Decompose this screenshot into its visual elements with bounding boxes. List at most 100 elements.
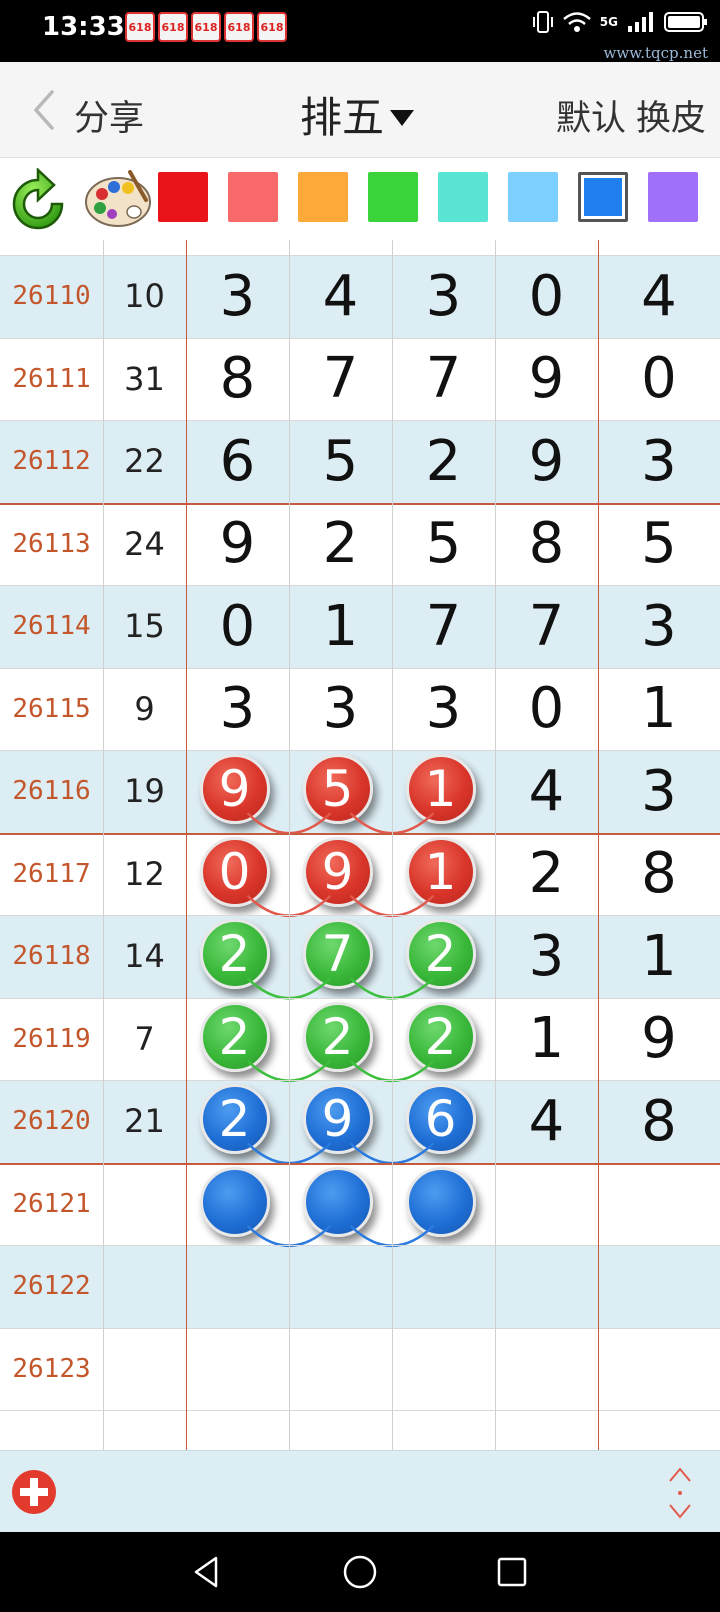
draw-digit: 2 [425,428,462,494]
add-icon[interactable] [10,1468,58,1516]
number-ball[interactable]: 2 [199,1084,270,1155]
color-swatch-teal[interactable] [438,172,488,222]
scroll-arrows-icon[interactable] [666,1465,694,1521]
table-row[interactable]: 26122 [0,1245,720,1328]
row-divider [0,1162,720,1165]
issue-number: 26123 [12,1353,91,1384]
table-row[interactable]: 26110 10 3 4 3 0 4 [0,255,720,338]
draw-digit: 2 [528,841,565,907]
issue-number: 26111 [12,363,91,394]
draw-digit: 3 [219,676,256,742]
row-divider [0,915,720,916]
digit-sum: 21 [124,1102,165,1141]
system-icons: 5G [532,10,708,34]
table-row[interactable]: 26121 [0,1162,720,1246]
row-divider [0,1327,720,1329]
notification-icon: 618 [257,12,287,42]
refresh-icon[interactable] [6,168,70,232]
column-divider [392,240,393,1450]
draw-digit [598,1163,720,1246]
table-row[interactable]: 26112 22 6 5 2 9 3 [0,420,720,503]
number-ball[interactable]: 2 [405,1001,476,1072]
number-ball[interactable]: 1 [405,754,476,825]
navigation-bar [0,1532,720,1612]
table-row[interactable]: 26119 7 2 2 2 1 9 [0,997,720,1080]
share-button[interactable]: 分享 [74,90,144,141]
lottery-type-dropdown[interactable]: 排五 [300,84,415,145]
nav-recents-icon[interactable] [492,1552,532,1592]
color-swatch-light-red[interactable] [228,172,278,222]
column-divider [495,240,496,1450]
number-ball[interactable]: 2 [199,1001,270,1072]
table-row[interactable]: 26116 19 9 5 1 4 3 [0,750,720,833]
row-divider [0,997,720,999]
issue-number: 26116 [12,776,91,807]
color-swatch-red[interactable] [158,172,208,222]
draw-digit [495,1328,598,1411]
row-divider [0,832,720,835]
table-row[interactable]: 26111 31 8 7 7 9 0 [0,337,720,420]
number-ball[interactable] [405,1166,476,1237]
table-row[interactable]: 26114 15 0 1 7 7 3 [0,585,720,668]
notification-icons: 618 618 618 618 618 [125,12,287,42]
digit-sum: 10 [124,277,165,316]
number-ball[interactable]: 0 [199,836,270,907]
number-ball[interactable]: 5 [302,754,373,825]
draw-digit [186,1328,289,1411]
issue-number: 26121 [12,1188,91,1219]
issue-number: 26119 [12,1023,91,1054]
back-icon[interactable] [26,88,60,132]
number-ball[interactable]: 7 [302,919,373,990]
table-row[interactable]: 26117 12 0 9 1 2 8 [0,832,720,915]
number-ball[interactable]: 2 [405,919,476,990]
digit-sum: 24 [124,524,165,563]
color-swatch-light-blue[interactable] [508,172,558,222]
draw-digit: 9 [528,428,565,494]
change-skin-button[interactable]: 换皮 [636,90,706,141]
row-divider [0,1080,720,1081]
number-ball[interactable]: 6 [405,1084,476,1155]
table-row[interactable]: 26113 24 9 2 5 8 5 [0,502,720,585]
notification-icon: 618 [125,12,155,42]
table-row[interactable]: 26120 21 2 9 6 4 8 [0,1080,720,1163]
table-row[interactable]: 26123 [0,1327,720,1411]
color-swatch-blue[interactable] [578,172,628,222]
color-swatch-orange[interactable] [298,172,348,222]
table-row[interactable]: 26118 14 2 7 2 3 1 [0,915,720,998]
column-divider [103,240,104,1450]
draw-digit: 4 [641,263,677,329]
palette-bar [0,158,720,240]
draw-digit: 4 [322,263,359,329]
color-swatch-purple[interactable] [648,172,698,222]
notification-icon: 618 [158,12,188,42]
draw-digit: 9 [641,1006,677,1072]
draw-digit: 1 [322,593,359,659]
number-ball[interactable] [302,1166,373,1237]
digit-sum: 9 [134,689,155,728]
number-ball[interactable] [199,1166,270,1237]
nav-home-icon[interactable] [340,1552,380,1592]
results-grid[interactable]: 26110 10 3 4 3 0 4 26111 31 8 7 7 9 0 26112 22 6 5 2 9 3 2611… [0,240,720,1450]
draw-digit: 9 [219,511,256,577]
draw-digit: 7 [322,346,359,412]
number-ball[interactable]: 1 [405,836,476,907]
nav-back-icon[interactable] [186,1552,226,1592]
issue-number: 26110 [12,281,91,312]
number-ball[interactable]: 2 [199,919,270,990]
number-ball[interactable]: 2 [302,1001,373,1072]
draw-digit: 2 [322,511,359,577]
digit-sum: 7 [134,1019,155,1058]
table-row[interactable]: 26115 9 3 3 3 0 1 [0,667,720,750]
draw-digit: 7 [425,346,462,412]
draw-digit: 5 [641,511,677,577]
number-ball[interactable]: 9 [302,1084,373,1155]
color-swatch-green[interactable] [368,172,418,222]
number-ball[interactable]: 9 [302,836,373,907]
bottom-toolbar [0,1450,720,1532]
row-divider [0,502,720,505]
number-ball[interactable]: 9 [199,754,270,825]
digit-sum: 14 [124,937,165,976]
default-button[interactable]: 默认 [556,90,626,141]
color-palette-icon[interactable] [82,170,156,230]
title-bar: 分享 排五 默认 换皮 [0,62,720,158]
